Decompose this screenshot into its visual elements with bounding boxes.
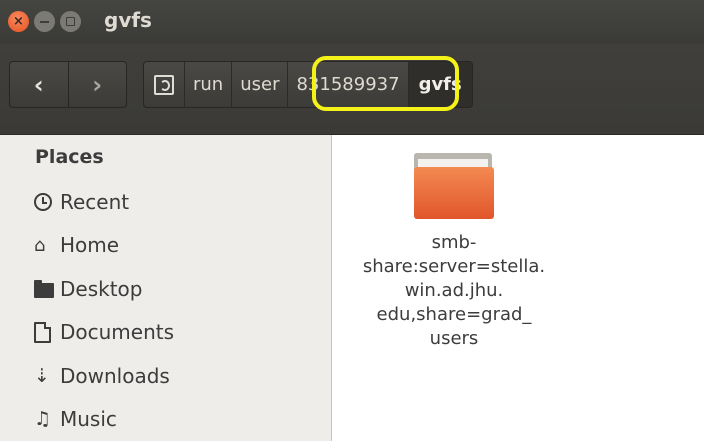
file-item-smb-share[interactable]: smb- share:server=stella. win.ad.jhu. ed…: [354, 153, 554, 351]
file-view: smb- share:server=stella. win.ad.jhu. ed…: [332, 135, 704, 441]
sidebar: Places Recent ⌂ Home Desktop Documents ⇣…: [0, 135, 332, 441]
navigation-buttons: ‹ ›: [9, 61, 127, 108]
path-crumb-uid[interactable]: 831589937: [288, 62, 409, 107]
minimize-icon: [40, 21, 49, 23]
places-heading: Places: [35, 146, 104, 168]
path-crumb-user[interactable]: user: [232, 62, 289, 107]
sidebar-item-downloads[interactable]: ⇣ Downloads: [34, 359, 170, 393]
title-bar: × gvfs: [0, 0, 704, 44]
sidebar-item-documents[interactable]: Documents: [34, 315, 174, 349]
music-icon: ♫: [34, 408, 52, 430]
sidebar-item-home[interactable]: ⌂ Home: [34, 228, 119, 262]
file-name-line: smb-: [431, 232, 477, 253]
file-manager-window: × gvfs ‹ › run user 831589937 gvfs Place…: [0, 0, 704, 441]
path-bar: run user 831589937 gvfs: [143, 61, 473, 108]
file-name-line: users: [429, 328, 479, 349]
forward-button[interactable]: ›: [67, 62, 127, 107]
file-name-line: edu,share=grad_: [376, 304, 532, 325]
sidebar-item-label: Desktop: [60, 277, 143, 301]
path-crumb-run[interactable]: run: [185, 62, 233, 107]
drive-icon: [154, 74, 174, 95]
path-crumb-root[interactable]: [144, 62, 185, 107]
maximize-icon: [66, 16, 75, 26]
window-title: gvfs: [104, 8, 152, 32]
sidebar-item-label: Recent: [60, 190, 130, 214]
back-button[interactable]: ‹: [10, 62, 68, 107]
path-crumb-gvfs[interactable]: gvfs: [408, 62, 472, 107]
minimize-button[interactable]: [34, 11, 55, 32]
file-name: smb- share:server=stella. win.ad.jhu. ed…: [354, 231, 554, 351]
sidebar-item-desktop[interactable]: Desktop: [34, 272, 142, 306]
sidebar-item-label: Downloads: [60, 364, 170, 388]
home-icon: ⌂: [34, 234, 46, 256]
file-name-line: win.ad.jhu.: [404, 280, 504, 301]
sidebar-item-music[interactable]: ♫ Music: [34, 402, 117, 436]
desktop-folder-icon: [34, 279, 54, 298]
toolbar: ‹ › run user 831589937 gvfs: [0, 44, 704, 135]
maximize-button[interactable]: [60, 11, 81, 32]
document-icon: [34, 321, 51, 343]
sidebar-item-label: Music: [60, 407, 117, 431]
sidebar-item-label: Documents: [60, 320, 175, 344]
sidebar-item-recent[interactable]: Recent: [34, 185, 129, 219]
close-button[interactable]: ×: [8, 11, 29, 32]
download-icon: ⇣: [34, 365, 50, 387]
folder-icon: [414, 153, 494, 219]
recent-clock-icon: [34, 193, 52, 211]
file-name-line: share:server=stella.: [362, 256, 546, 277]
sidebar-item-label: Home: [60, 233, 120, 257]
chevron-left-icon: ‹: [33, 70, 44, 99]
chevron-right-icon: ›: [92, 70, 103, 99]
